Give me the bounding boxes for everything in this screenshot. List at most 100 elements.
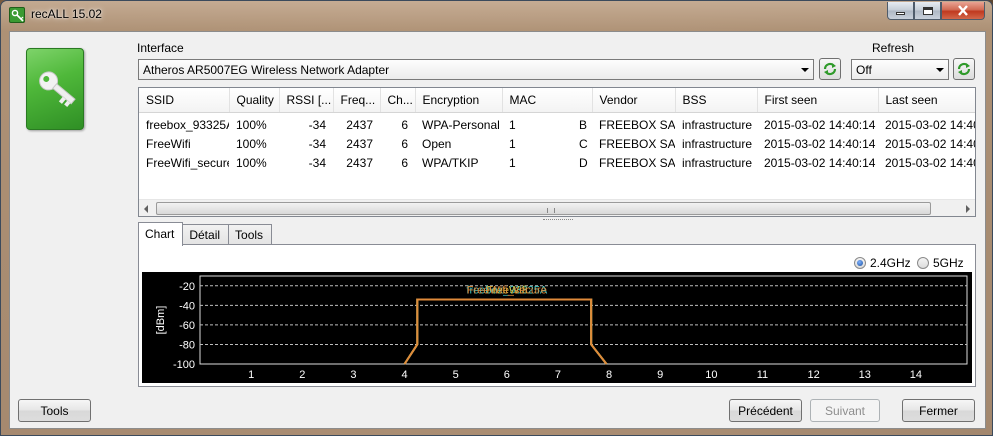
auto-refresh-button[interactable] <box>953 58 975 80</box>
cell-quality: 100% <box>236 117 267 132</box>
table-row[interactable]: freebox_93325A 100% -34 2437 6 WPA-Perso… <box>139 112 975 134</box>
x-tick-label: 3 <box>350 369 356 381</box>
close-window-button[interactable] <box>941 2 985 20</box>
tab-tools[interactable]: Tools <box>228 224 273 245</box>
column-header-first-seen[interactable]: First seen <box>757 88 879 113</box>
band-24ghz-label: 2.4GHz <box>870 256 911 270</box>
close-button[interactable]: Fermer <box>902 399 975 422</box>
cell-ssid: FreeWifi <box>146 136 191 151</box>
cell-mac: 1 <box>509 117 516 132</box>
tools-button[interactable]: Tools <box>18 399 91 422</box>
app-window: recALL 15.02 Interface Atheros AR5007EG … <box>0 0 993 436</box>
x-tick-label: 9 <box>657 369 663 381</box>
column-header-quality[interactable]: Quality <box>229 88 280 113</box>
band-24ghz-radio[interactable] <box>854 257 866 269</box>
cell-frequency: 2437 <box>346 136 373 151</box>
column-header-bss[interactable]: BSS <box>675 88 758 113</box>
minimize-icon <box>896 12 905 15</box>
table-row[interactable]: FreeWifi 100% -34 2437 6 Open 1 C FREEBO… <box>139 134 976 153</box>
interface-label: Interface <box>137 41 184 55</box>
y-tick-label: -100 <box>173 359 195 371</box>
cell-bss: infrastructure <box>682 155 753 170</box>
refresh-icon <box>957 62 971 76</box>
y-tick-label: -80 <box>179 339 195 351</box>
column-header-mac-suffix[interactable] <box>572 88 593 113</box>
x-tick-label: 4 <box>401 369 407 381</box>
close-icon <box>958 5 968 16</box>
cell-vendor: FREEBOX SAS <box>599 117 675 132</box>
cell-quality: 100% <box>236 136 267 151</box>
cell-frequency: 2437 <box>346 117 373 132</box>
x-tick-label: 5 <box>453 369 459 381</box>
y-tick-label: -20 <box>179 281 195 293</box>
x-tick-label: 10 <box>705 369 717 381</box>
y-tick-label: -40 <box>179 300 195 312</box>
refresh-icon <box>823 62 837 76</box>
series-line-0 <box>403 298 608 365</box>
refresh-select[interactable]: Off <box>851 59 949 80</box>
interface-refresh-button[interactable] <box>819 58 841 80</box>
channel-chart-svg: -20-40-60-80-100[dBm]1 2 3 4 5 6 7 8 9 10 11 12 13 14… <box>155 275 968 381</box>
cell-mac: 1 <box>509 155 516 170</box>
table-row[interactable]: FreeWifi_secure 100% -34 2437 6 WPA/TKIP… <box>139 153 975 172</box>
cell-ssid: FreeWifi_secure <box>146 155 229 170</box>
column-header-rssi[interactable]: RSSI [... <box>279 88 334 113</box>
cell-first-seen: 2015-03-02 14:40:14 <box>764 117 876 132</box>
scroll-right-icon[interactable] <box>966 205 970 213</box>
cell-vendor: FREEBOX SAS <box>599 155 675 170</box>
interface-select-value: Atheros AR5007EG Wireless Network Adapte… <box>143 63 390 77</box>
x-tick-label: 7 <box>555 369 561 381</box>
cell-frequency: 2437 <box>346 155 373 170</box>
column-header-channel[interactable]: Ch... <box>380 88 416 113</box>
x-tick-label: 13 <box>859 369 871 381</box>
column-header-ssid[interactable]: SSID <box>139 88 230 113</box>
column-header-encryption[interactable]: Encryption <box>415 88 503 113</box>
previous-button[interactable]: Précédent <box>729 399 802 422</box>
refresh-label: Refresh <box>872 41 915 55</box>
main-panel: Interface Atheros AR5007EG Wireless Netw… <box>9 31 986 429</box>
app-logo-icon <box>9 7 25 23</box>
column-header-last-seen[interactable]: Last seen <box>878 88 975 113</box>
column-header-mac[interactable]: MAC <box>502 88 572 113</box>
band-5ghz-radio[interactable] <box>917 257 929 269</box>
maximize-button[interactable] <box>914 2 941 20</box>
interface-select[interactable]: Atheros AR5007EG Wireless Network Adapte… <box>138 59 814 80</box>
series-label-2: FreeWifi_secure <box>467 284 547 296</box>
cell-bss: infrastructure <box>682 117 753 132</box>
title-bar[interactable]: recALL 15.02 <box>1 1 992 29</box>
minimize-button[interactable] <box>887 2 914 20</box>
x-tick-label: 12 <box>807 369 819 381</box>
cell-first-seen: 2015-03-02 14:40:14 <box>764 155 876 170</box>
scroll-left-icon[interactable] <box>144 205 148 213</box>
cell-ssid: freebox_93325A <box>146 117 229 132</box>
window-controls <box>887 2 985 20</box>
cell-first-seen: 2015-03-02 14:40:14 <box>764 136 876 151</box>
column-header-vendor[interactable]: Vendor <box>592 88 676 113</box>
panel-splitter[interactable] <box>543 219 573 222</box>
networks-table[interactable]: SSID Quality RSSI [... Freq... Ch... Enc… <box>138 87 976 217</box>
refresh-select-value: Off <box>856 63 872 77</box>
cell-channel: 6 <box>401 155 408 170</box>
cell-encryption: Open <box>422 136 452 151</box>
cell-mac-suffix: B <box>579 117 588 132</box>
maximize-icon <box>922 6 933 15</box>
key-logo-icon <box>26 48 84 130</box>
horizontal-scrollbar[interactable] <box>139 199 975 216</box>
column-header-frequency[interactable]: Freq... <box>333 88 381 113</box>
cell-rssi: -34 <box>308 117 326 132</box>
tab-bar: Chart Détail Tools <box>138 222 273 246</box>
cell-last-seen: 2015-03-02 14:40 <box>885 136 976 151</box>
tab-detail[interactable]: Détail <box>182 224 230 245</box>
tab-chart[interactable]: Chart <box>138 222 184 246</box>
cell-channel: 6 <box>401 136 408 151</box>
scrollbar-thumb[interactable] <box>156 202 931 215</box>
series-line-1 <box>403 298 608 365</box>
cell-mac-suffix: C <box>579 136 588 151</box>
next-button[interactable]: Suivant <box>810 399 880 422</box>
chevron-down-icon <box>801 68 809 72</box>
cell-vendor: FREEBOX SAS <box>599 136 675 151</box>
band-5ghz-label: 5GHz <box>933 256 964 270</box>
channel-chart: -20 -40 -60 -80 -100 [dBm] 1 2 3 4 5 6 7 8 9 10 11 12 13 14… <box>142 272 972 383</box>
chevron-down-icon <box>936 68 944 72</box>
cell-quality: 100% <box>236 155 267 170</box>
